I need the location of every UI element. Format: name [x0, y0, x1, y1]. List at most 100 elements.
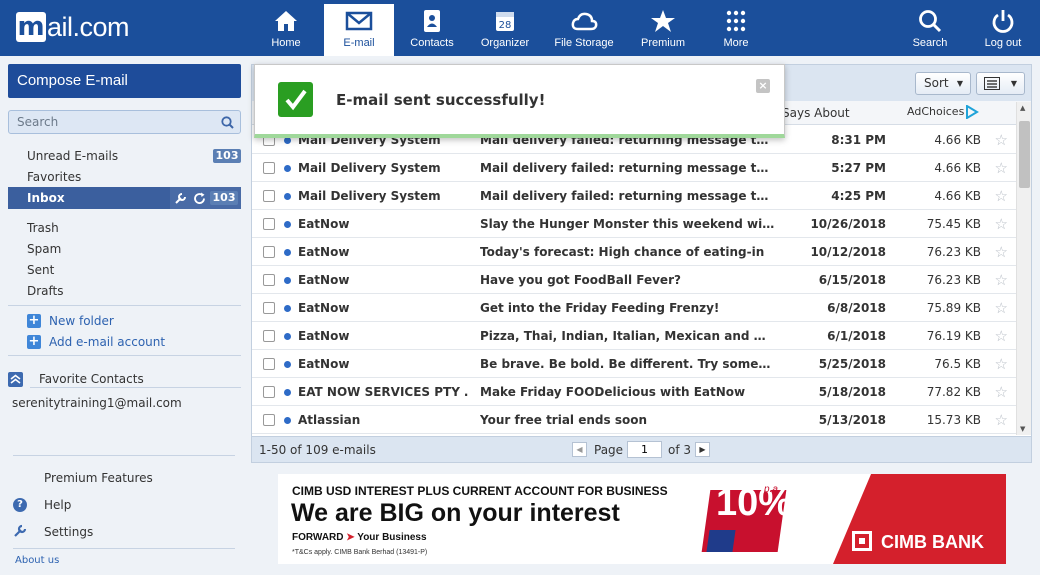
nav-premium-label: Premium [640, 37, 685, 49]
star-icon[interactable]: ☆ [995, 299, 1008, 317]
add-account-link[interactable]: Add e-mail account [49, 335, 165, 349]
mail-row[interactable]: EatNow Have you got FoodBall Fever? 6/15/2… [252, 266, 1016, 294]
nav-file-storage[interactable]: File Storage [549, 4, 619, 56]
sidebar-search [8, 110, 241, 134]
close-icon[interactable]: × [756, 79, 770, 93]
mail-subject: Be brave. Be bold. Be different. Try som… [480, 357, 776, 371]
adchoices-icon[interactable] [965, 105, 979, 119]
row-checkbox[interactable] [263, 386, 275, 398]
inbox-label[interactable]: Inbox [8, 187, 170, 209]
sidebar-item-unread[interactable]: Unread E-mails [27, 149, 118, 163]
ad-terms: *T&Cs apply. CIMB Bank Berhad (13491-P) [292, 549, 428, 556]
sidebar-item-favorites[interactable]: Favorites [27, 170, 81, 184]
ad-banner[interactable]: CIMB USD INTEREST PLUS CURRENT ACCOUNT F… [278, 474, 1006, 564]
mail-row[interactable]: EAT NOW SERVICES PTY … Make Friday FOODel… [252, 378, 1016, 406]
ad-headline-big: We are BIG on your interest [291, 499, 620, 527]
scrollbar-thumb[interactable] [1019, 121, 1030, 188]
new-folder-link[interactable]: New folder [49, 314, 114, 328]
row-checkbox[interactable] [263, 218, 275, 230]
premium-features-link[interactable]: Premium Features [44, 471, 153, 485]
star-icon[interactable]: ☆ [995, 131, 1008, 149]
sidebar-item-inbox[interactable]: Inbox 103 [8, 187, 241, 209]
nav-search[interactable]: Search [895, 4, 965, 56]
mail-row[interactable]: EatNow Slay the Hunger Monster this weeke… [252, 210, 1016, 238]
mail-row[interactable]: EatNow Today's forecast: High chance of e… [252, 238, 1016, 266]
search-input[interactable] [9, 111, 209, 133]
mail-subject: Your free trial ends soon [480, 413, 647, 427]
mail-row[interactable]: Mail Delivery System Mail delivery failed… [252, 182, 1016, 210]
row-checkbox[interactable] [263, 190, 275, 202]
unread-dot-icon [284, 305, 291, 312]
sidebar-item-spam[interactable]: Spam [27, 242, 61, 256]
star-icon[interactable]: ☆ [995, 411, 1008, 429]
mail-subject: Pizza, Thai, Indian, Italian, Mexican an… [480, 329, 776, 343]
star-icon[interactable]: ☆ [995, 383, 1008, 401]
arrow-icon: ➤ [346, 532, 355, 543]
row-checkbox[interactable] [263, 330, 275, 342]
nav-logout-label: Log out [984, 37, 1022, 49]
mail-date: 8:31 PM [831, 133, 886, 147]
star-icon[interactable]: ☆ [995, 327, 1008, 345]
chevron-down-icon: ▼ [1010, 79, 1017, 88]
row-checkbox[interactable] [263, 414, 275, 426]
help-link[interactable]: Help [44, 498, 71, 512]
scroll-up-icon[interactable]: ▲ [1020, 104, 1025, 112]
mail-date: 6/1/2018 [827, 329, 886, 343]
page-number-input[interactable] [627, 441, 662, 458]
collapse-icon[interactable] [8, 372, 23, 387]
sidebar-item-drafts[interactable]: Drafts [27, 284, 64, 298]
mail-row[interactable]: Atlassian Your free trial ends soon 5/13/2… [252, 406, 1016, 434]
sidebar-item-trash[interactable]: Trash [27, 221, 59, 235]
nav-organizer[interactable]: 28 Organizer [470, 4, 540, 56]
mail-row[interactable]: EatNow Be brave. Be bold. Be different. T… [252, 350, 1016, 378]
row-checkbox[interactable] [263, 302, 275, 314]
power-icon [992, 10, 1014, 33]
plus-icon[interactable]: + [27, 335, 41, 349]
wrench-icon[interactable] [174, 192, 187, 205]
row-checkbox[interactable] [263, 274, 275, 286]
star-icon[interactable]: ☆ [995, 187, 1008, 205]
nav-more[interactable]: More [701, 4, 771, 56]
mail-size: 76.5 KB [934, 357, 981, 371]
mail-row[interactable]: EatNow Get into the Friday Feeding Frenzy… [252, 294, 1016, 322]
row-checkbox[interactable] [263, 358, 275, 370]
mail-size: 4.66 KB [934, 161, 981, 175]
mail-subject: Make Friday FOODelicious with EatNow [480, 385, 746, 399]
top-navigation: m ail.com Home E-mail Contacts 28 Organi… [0, 0, 1040, 56]
scrollbar[interactable]: ▲ ▼ [1016, 102, 1031, 435]
nav-logout[interactable]: Log out [968, 4, 1038, 56]
about-link[interactable]: About us [15, 555, 59, 566]
row-checkbox[interactable] [263, 162, 275, 174]
star-icon[interactable]: ☆ [995, 215, 1008, 233]
adchoices-label[interactable]: AdChoices [907, 105, 964, 118]
sidebar-item-sent[interactable]: Sent [27, 263, 54, 277]
nav-email[interactable]: E-mail [324, 4, 394, 56]
row-checkbox[interactable] [263, 246, 275, 258]
settings-link[interactable]: Settings [44, 525, 93, 539]
search-icon[interactable] [221, 116, 234, 129]
star-icon[interactable]: ☆ [995, 243, 1008, 261]
nav-home[interactable]: Home [251, 4, 321, 56]
mail-row[interactable]: Mail Delivery System Mail delivery failed… [252, 154, 1016, 182]
star-icon[interactable]: ☆ [995, 271, 1008, 289]
checkmark-icon [278, 82, 313, 117]
cloud-icon [571, 12, 598, 31]
divider [30, 387, 241, 388]
star-icon[interactable]: ☆ [995, 355, 1008, 373]
says-about-column[interactable]: Says About [782, 106, 850, 120]
star-icon[interactable]: ☆ [995, 159, 1008, 177]
refresh-icon[interactable] [193, 192, 206, 205]
compose-button[interactable]: Compose E-mail [8, 64, 241, 98]
mail-logo[interactable]: m ail.com [16, 12, 130, 42]
nav-premium[interactable]: Premium [628, 4, 698, 56]
next-page-button[interactable]: ▶ [695, 442, 710, 457]
sort-button[interactable]: Sort ▼ [915, 72, 971, 95]
mail-row[interactable]: EatNow Pizza, Thai, Indian, Italian, Mexi… [252, 322, 1016, 350]
view-options-button[interactable]: ▼ [976, 72, 1025, 95]
plus-icon[interactable]: + [27, 314, 41, 328]
scroll-down-icon[interactable]: ▼ [1020, 425, 1025, 433]
prev-page-button[interactable]: ◀ [572, 442, 587, 457]
mail-list-footer: 1-50 of 109 e-mails ◀ Page of 3 ▶ [252, 436, 1031, 462]
favorite-contact-email[interactable]: serenitytraining1@mail.com [12, 396, 182, 410]
nav-contacts[interactable]: Contacts [397, 4, 467, 56]
